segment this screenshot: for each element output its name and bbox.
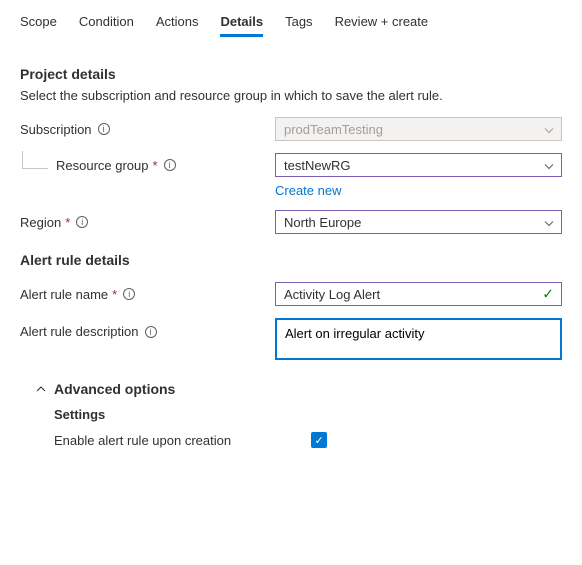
alert-rule-details-title: Alert rule details (20, 252, 562, 268)
details-panel: Project details Select the subscription … (0, 38, 582, 458)
tree-connector (22, 151, 48, 169)
project-details-title: Project details (20, 66, 562, 82)
alert-rule-name-label: Alert rule name (20, 287, 108, 302)
resource-group-label: Resource group (56, 158, 149, 173)
alert-rule-description-label: Alert rule description (20, 324, 139, 339)
required-marker: * (112, 287, 117, 302)
info-icon[interactable]: i (76, 216, 88, 228)
enable-alert-rule-checkbox[interactable]: ✓ (311, 432, 327, 448)
subscription-label: Subscription (20, 122, 92, 137)
region-label: Region (20, 215, 61, 230)
tabs-bar: Scope Condition Actions Details Tags Rev… (0, 0, 582, 38)
tab-details[interactable]: Details (220, 8, 263, 37)
tab-review-create[interactable]: Review + create (335, 8, 429, 37)
settings-title: Settings (20, 407, 562, 422)
chevron-up-icon[interactable] (36, 383, 46, 395)
tab-condition[interactable]: Condition (79, 8, 134, 37)
region-select[interactable]: North Europe (275, 210, 562, 234)
info-icon[interactable]: i (123, 288, 135, 300)
tab-tags[interactable]: Tags (285, 8, 312, 37)
info-icon[interactable]: i (145, 326, 157, 338)
create-new-link[interactable]: Create new (275, 183, 341, 198)
required-marker: * (153, 158, 158, 173)
enable-alert-rule-label: Enable alert rule upon creation (54, 433, 231, 448)
advanced-options-toggle[interactable]: Advanced options (54, 381, 175, 397)
tab-scope[interactable]: Scope (20, 8, 57, 37)
info-icon[interactable]: i (98, 123, 110, 135)
subscription-select: prodTeamTesting (275, 117, 562, 141)
alert-rule-description-input[interactable] (275, 318, 562, 360)
tab-actions[interactable]: Actions (156, 8, 199, 37)
required-marker: * (65, 215, 70, 230)
info-icon[interactable]: i (164, 159, 176, 171)
alert-rule-name-input[interactable]: Activity Log Alert (275, 282, 562, 306)
project-details-helper: Select the subscription and resource gro… (20, 88, 562, 103)
resource-group-select[interactable]: testNewRG (275, 153, 562, 177)
